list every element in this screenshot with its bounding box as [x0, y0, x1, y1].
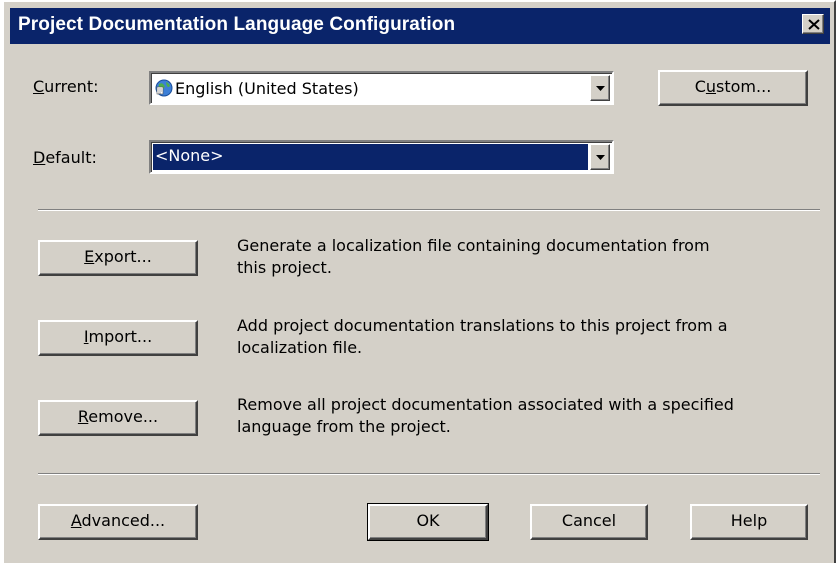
dialog-window: Project Documentation Language Configura…: [2, 0, 836, 563]
close-button[interactable]: [802, 14, 824, 34]
dropdown-arrow-icon: [596, 86, 605, 91]
remove-button[interactable]: Remove...: [38, 400, 198, 436]
current-language-value: English (United States): [155, 79, 359, 98]
default-language-value: <None>: [155, 146, 224, 165]
current-label: Current:: [33, 77, 99, 96]
import-button[interactable]: Import...: [38, 320, 198, 356]
title-bar[interactable]: Project Documentation Language Configura…: [10, 8, 830, 44]
separator-bottom: [38, 473, 820, 475]
remove-description: Remove all project documentation associa…: [237, 395, 734, 436]
default-label: Default:: [33, 148, 97, 167]
import-description: Add project documentation translations t…: [237, 316, 728, 357]
cancel-button[interactable]: Cancel: [530, 504, 648, 540]
dialog-title: Project Documentation Language Configura…: [18, 14, 456, 35]
globe-language-icon: [155, 79, 173, 97]
dropdown-arrow-icon: [596, 155, 605, 160]
separator-top: [38, 209, 820, 211]
export-button[interactable]: Export...: [38, 240, 198, 276]
export-description: Generate a localization file containing …: [237, 236, 710, 277]
default-language-combo[interactable]: <None>: [149, 140, 614, 174]
advanced-button[interactable]: Advanced...: [38, 504, 198, 540]
help-button[interactable]: Help: [690, 504, 808, 540]
close-icon: [808, 19, 820, 30]
current-dropdown-button[interactable]: [590, 75, 610, 101]
ok-button[interactable]: OK: [367, 503, 489, 541]
default-dropdown-button[interactable]: [590, 144, 610, 170]
current-language-combo[interactable]: English (United States): [149, 71, 614, 105]
custom-button[interactable]: Custom...: [658, 70, 808, 106]
